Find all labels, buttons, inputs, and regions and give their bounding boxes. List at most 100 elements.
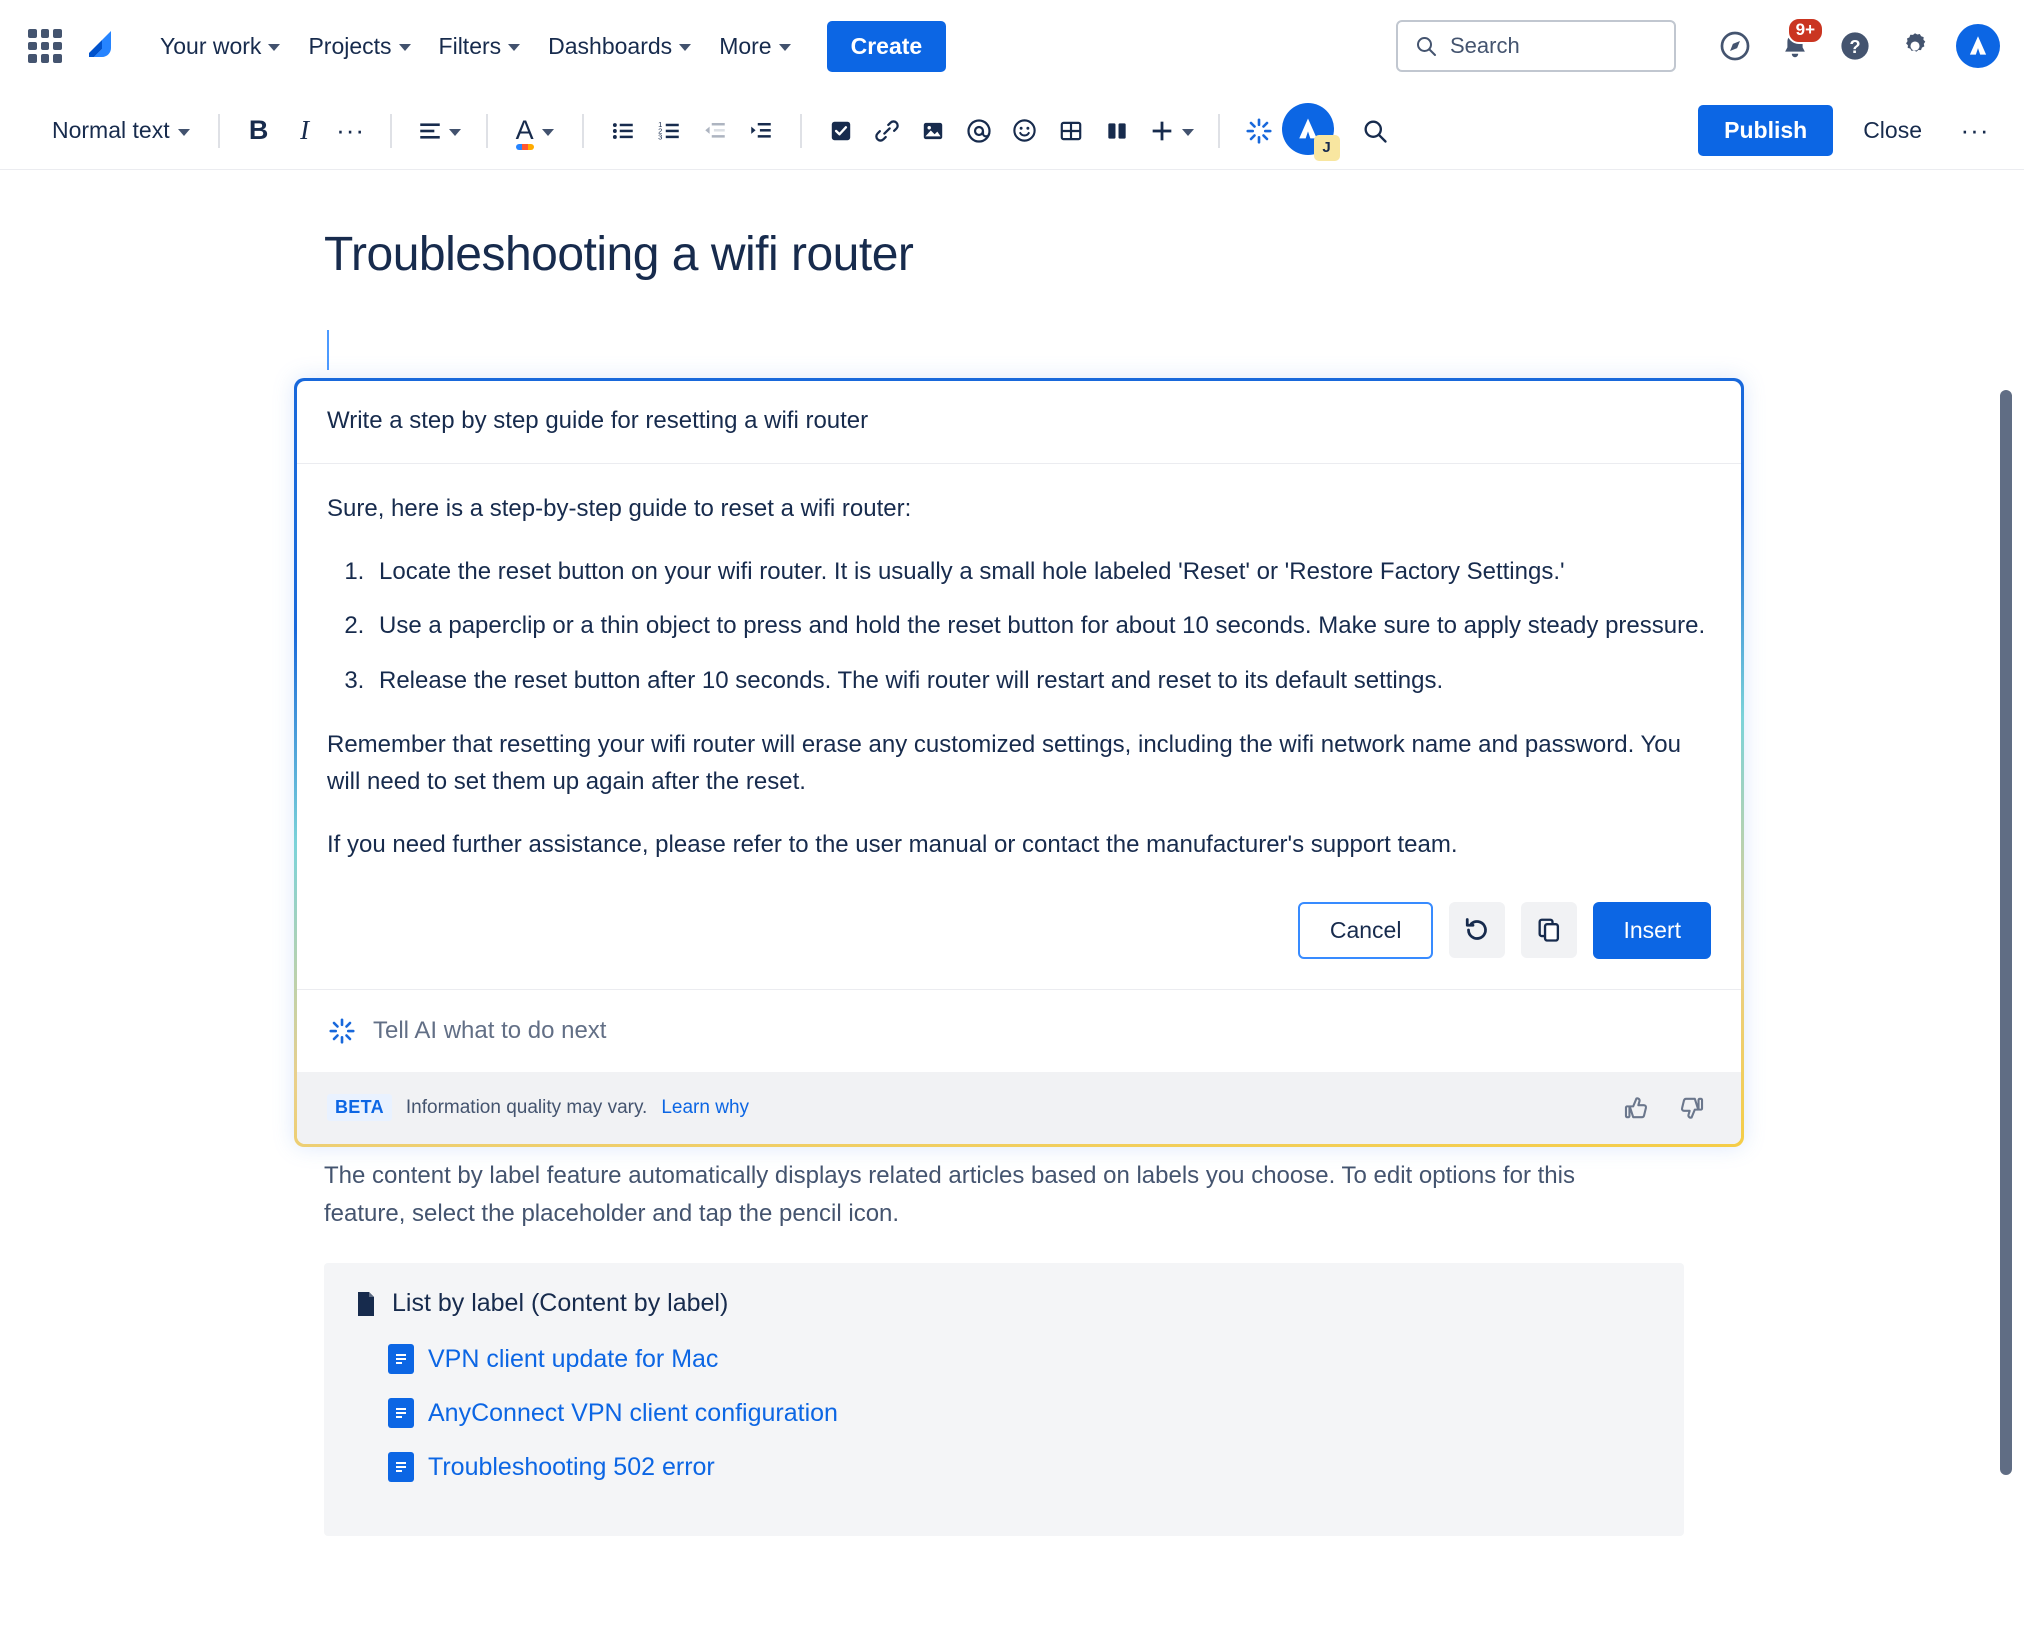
atlassian-logo-icon <box>1969 36 1987 55</box>
color-swatch <box>515 144 534 150</box>
find-replace-button[interactable] <box>1352 108 1398 154</box>
collaborator-avatar[interactable]: J <box>1281 102 1340 161</box>
more-formatting-button[interactable]: ··· <box>328 108 374 154</box>
editor-overflow-button[interactable]: ··· <box>1952 108 1998 154</box>
image-button[interactable] <box>910 108 956 154</box>
indent-icon <box>750 122 771 138</box>
help-button[interactable]: ? <box>1828 19 1882 73</box>
page-scrollbar[interactable] <box>2000 390 2012 1475</box>
toolbar-divider <box>799 113 802 148</box>
nav-item-dashboards[interactable]: Dashboards <box>534 25 705 68</box>
feedback-buttons <box>1617 1089 1711 1127</box>
nav-item-your-work[interactable]: Your work <box>146 25 294 68</box>
insert-button[interactable]: Insert <box>1593 901 1711 959</box>
text-color-button[interactable]: A <box>504 108 566 154</box>
jira-logo-icon[interactable] <box>80 26 120 66</box>
app-switcher-icon[interactable] <box>28 29 62 63</box>
layout-icon <box>1107 122 1126 139</box>
chevron-down-icon <box>1181 128 1194 136</box>
ai-response-intro: Sure, here is a step-by-step guide to re… <box>327 494 912 522</box>
list-item-link[interactable]: AnyConnect VPN client configuration <box>428 1399 838 1428</box>
outdent-button[interactable] <box>692 108 738 154</box>
document-icon <box>388 1398 414 1429</box>
thumbs-down-button[interactable] <box>1673 1089 1711 1127</box>
mention-icon <box>966 118 991 143</box>
numbered-list-button[interactable]: 1 2 3 <box>646 108 692 154</box>
nav-item-label: More <box>719 32 772 59</box>
task-list-button[interactable] <box>818 108 864 154</box>
page-title[interactable]: Troubleshooting a wifi router <box>324 226 1744 284</box>
global-navigation: Your work Projects Filters Dashboards Mo… <box>0 0 2024 92</box>
text-style-dropdown[interactable]: Normal text <box>40 109 202 152</box>
italic-label: I <box>300 115 310 145</box>
cancel-button[interactable]: Cancel <box>1297 901 1434 959</box>
bold-button[interactable]: B <box>236 108 282 154</box>
editor-overflow-label: ··· <box>1960 115 1990 146</box>
toolbar-divider <box>485 113 488 148</box>
table-button[interactable] <box>1048 108 1094 154</box>
settings-button[interactable] <box>1888 19 1942 73</box>
thumbs-up-button[interactable] <box>1617 1089 1655 1127</box>
beta-badge: BETA <box>327 1094 392 1122</box>
learn-why-link[interactable]: Learn why <box>661 1097 749 1119</box>
ai-prompt-text[interactable]: Write a step by step guide for resetting… <box>297 381 1741 464</box>
plus-icon <box>1152 121 1171 140</box>
ai-sparkle-button[interactable] <box>1236 108 1282 154</box>
mention-button[interactable] <box>956 108 1002 154</box>
profile-avatar[interactable] <box>1956 24 2000 68</box>
nav-item-more[interactable]: More <box>705 25 804 68</box>
list-item-link[interactable]: Troubleshooting 502 error <box>428 1453 715 1482</box>
disclaimer-message: Information quality may vary. <box>405 1096 648 1118</box>
close-button[interactable]: Close <box>1843 105 1942 156</box>
macro-title-label: List by label (Content by label) <box>392 1289 729 1318</box>
publish-button[interactable]: Publish <box>1698 105 1834 156</box>
image-icon <box>923 122 942 139</box>
copy-button[interactable] <box>1521 902 1578 959</box>
ai-response-closing: If you need further assistance, please r… <box>327 831 1458 859</box>
text-alignment-button[interactable] <box>408 108 470 154</box>
emoji-icon <box>1013 119 1036 142</box>
compass-button[interactable] <box>1708 19 1762 73</box>
bold-label: B <box>248 115 269 145</box>
ai-followup-input[interactable]: Tell AI what to do next <box>297 988 1741 1072</box>
more-formatting-label: ··· <box>336 115 366 146</box>
content-by-label-macro[interactable]: List by label (Content by label) VPN cli… <box>324 1263 1684 1537</box>
thumbs-up-icon <box>1624 1096 1648 1118</box>
bullet-list-icon <box>612 122 633 139</box>
nav-item-filters[interactable]: Filters <box>425 25 535 68</box>
lower-document-content: The content by label feature automatical… <box>324 1157 1744 1537</box>
chevron-down-icon <box>778 44 791 51</box>
search-input[interactable]: Search <box>1396 20 1676 72</box>
retry-button[interactable] <box>1449 902 1506 959</box>
layout-button[interactable] <box>1094 108 1140 154</box>
create-button[interactable]: Create <box>826 20 947 72</box>
list-item-link[interactable]: VPN client update for Mac <box>428 1345 718 1374</box>
toolbar-divider <box>389 113 392 148</box>
italic-button[interactable]: I <box>282 108 328 154</box>
emoji-button[interactable] <box>1002 108 1048 154</box>
insert-more-button[interactable] <box>1140 108 1202 154</box>
numbered-list-icon: 1 2 3 <box>658 120 679 141</box>
nav-item-label: Projects <box>308 32 392 59</box>
ai-response-steps: Locate the reset button on your wifi rou… <box>327 553 1711 700</box>
help-icon: ? <box>1841 32 1869 60</box>
list-item[interactable]: VPN client update for Mac <box>388 1344 1654 1375</box>
list-item[interactable]: Troubleshooting 502 error <box>388 1452 1654 1483</box>
document-icon <box>388 1344 414 1375</box>
ai-sparkle-icon <box>1246 117 1272 144</box>
search-icon <box>1364 120 1387 143</box>
global-nav-actions: Search 9+ ? <box>1396 17 2000 73</box>
chevron-down-icon <box>448 128 461 136</box>
editor-page: Troubleshooting a wifi router Write a st… <box>0 170 2024 1640</box>
notifications-button[interactable]: 9+ <box>1768 17 1824 73</box>
link-button[interactable] <box>864 108 910 154</box>
ai-step: Use a paperclip or a thin object to pres… <box>371 607 1711 645</box>
nav-item-label: Your work <box>160 32 262 59</box>
editor-toolbar: Normal text B I ··· A 1 2 3 J Publish Cl… <box>0 92 2024 170</box>
indent-button[interactable] <box>738 108 784 154</box>
list-item[interactable]: AnyConnect VPN client configuration <box>388 1398 1654 1429</box>
editor-actions: Publish Close ··· <box>1698 105 1998 156</box>
nav-item-projects[interactable]: Projects <box>294 25 424 68</box>
bullet-list-button[interactable] <box>600 108 646 154</box>
chevron-down-icon <box>398 44 411 51</box>
